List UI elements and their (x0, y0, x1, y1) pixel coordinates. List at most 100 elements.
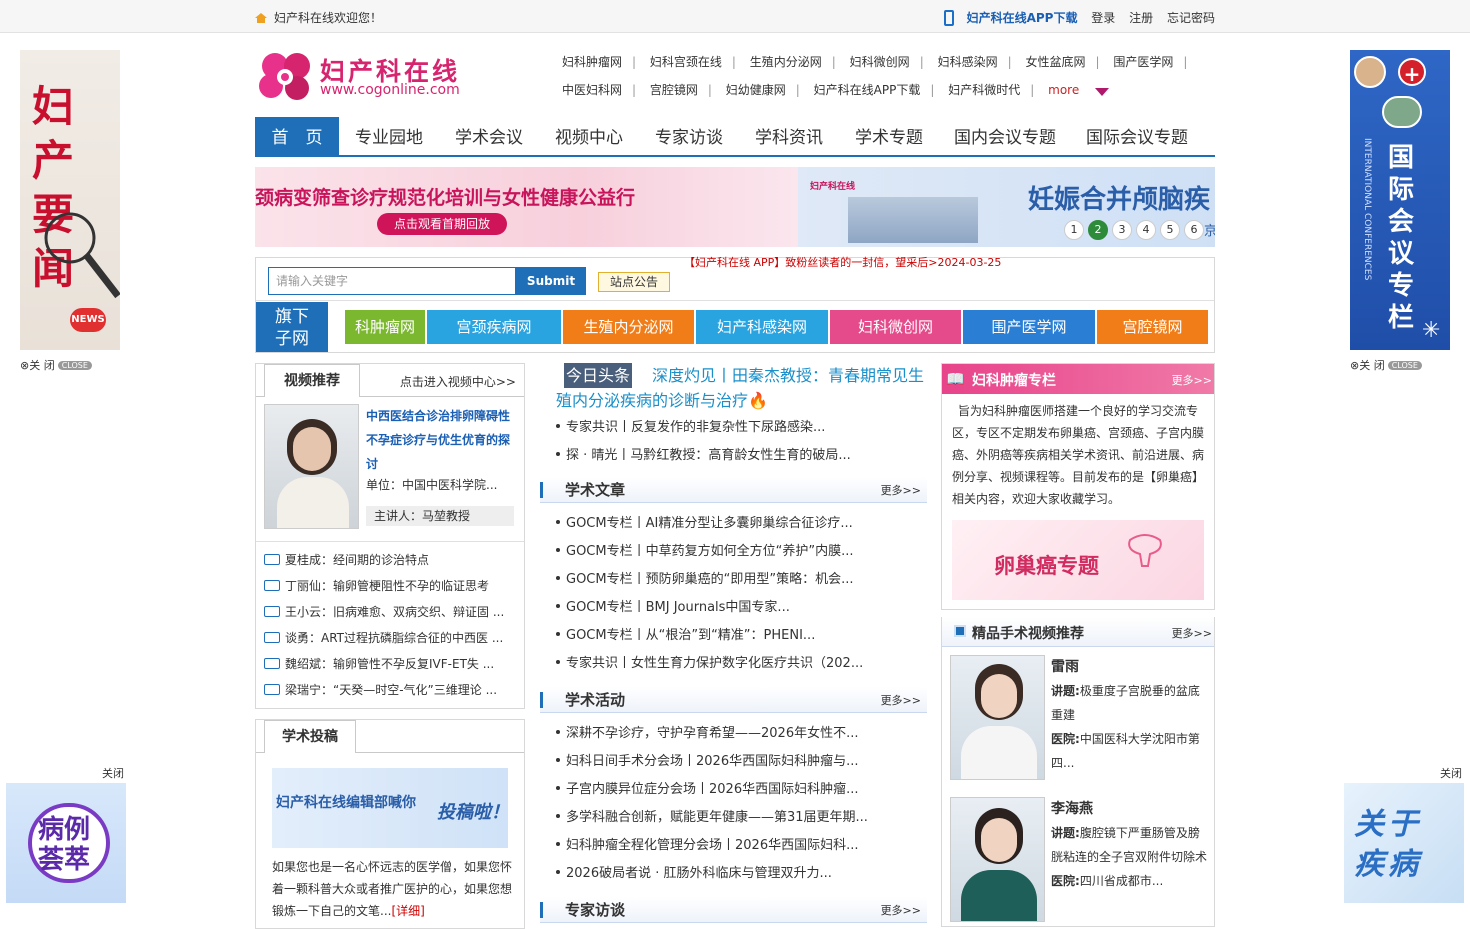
sublink[interactable]: 妇幼健康网 (726, 83, 786, 97)
nav-item[interactable]: 学科资讯 (739, 117, 839, 157)
more-link[interactable]: 更多>> (881, 692, 921, 708)
site-logo[interactable]: 妇产科在线 www.cogonline.com (255, 50, 470, 102)
more-link[interactable]: 更多>> (881, 902, 921, 918)
video-icon (264, 580, 280, 591)
headline-title[interactable]: 今日头条 深度灼见丨田秦杰教授：青春期常见生殖内分泌疾病的诊断与治疗🔥 (556, 363, 928, 413)
doctor-photo[interactable] (950, 655, 1045, 780)
sublink[interactable]: 妇产科微时代 (948, 83, 1020, 97)
left-bottom-ad-text: 病例荟萃 (38, 815, 91, 875)
subsite-tab[interactable]: 妇产科感染网 (696, 310, 828, 344)
doctor-name: 雷雨 (1051, 659, 1079, 675)
pager-dot[interactable]: 4 (1136, 220, 1156, 240)
chevron-down-icon[interactable] (1095, 88, 1110, 96)
pager-dot[interactable]: 6 (1184, 220, 1204, 240)
search-input[interactable]: 请输入关键字 (268, 267, 516, 295)
video-center-link[interactable]: 点击进入视频中心>> (400, 373, 516, 390)
list-item[interactable]: 多学科融合创新，赋能更年健康——第31届更年期... (556, 804, 868, 832)
square-icon (954, 625, 966, 637)
list-item[interactable]: 夏桂成：经间期的诊治特点 (264, 547, 504, 573)
doctor-photo[interactable] (950, 797, 1045, 922)
sublink[interactable]: 妇科肿瘤网 (562, 55, 622, 69)
pager-dot[interactable]: 3 (1112, 220, 1132, 240)
sublink[interactable]: 妇产科在线APP下载 (814, 83, 921, 97)
left-side-ad[interactable]: 妇产要闻 NEWS (20, 50, 120, 350)
home-icon (255, 13, 267, 23)
login-link[interactable]: 登录 (1091, 11, 1115, 25)
right-bottom-ad[interactable]: 关于疾病 (1344, 783, 1464, 903)
list-item[interactable]: 子宫内膜异位症分会场丨2026华西国际妇科肿瘤... (556, 776, 868, 804)
doctor-card[interactable]: 雷雨 讲题:极重度子宫脱垂的盆底重建 医院:中国医科大学沈阳市第四... (950, 655, 1210, 781)
more-link[interactable]: 更多>> (1172, 625, 1212, 641)
register-link[interactable]: 注册 (1129, 11, 1153, 25)
nav-home[interactable]: 首 页 (255, 117, 339, 157)
nav-item[interactable]: 国内会议专题 (939, 117, 1071, 157)
list-item[interactable]: GOCM专栏丨中草药复方如何全方位“养护”内膜... (556, 538, 863, 566)
list-item[interactable]: 魏绍斌：输卵管性不孕反复IVF-ET失 ... (264, 651, 504, 677)
submission-banner[interactable]: 妇产科在线编辑部喊你 投稿啦！ (272, 768, 508, 848)
list-item[interactable]: GOCM专栏丨从“根治”到“精准”：PHENI... (556, 622, 863, 650)
subsite-tab[interactable]: 生殖内分泌网 (563, 310, 694, 344)
tab-video-recommend[interactable]: 视频推荐 (264, 364, 360, 397)
hero-banner[interactable]: 颈病变筛查诊疗规范化培训与女性健康公益行 点击观看首期回放 妇产科在线 妊娠合并… (255, 167, 1215, 247)
sublink[interactable]: 生殖内分泌网 (750, 55, 822, 69)
list-item[interactable]: 王小云：旧病难愈、双病交织、辩证固 ... (264, 599, 504, 625)
nav-item[interactable]: 视频中心 (539, 117, 639, 157)
right-side-ad[interactable]: + INTERNATIONAL CONFERENCES 国际会议专栏 ✳ (1350, 50, 1450, 350)
subsite-tab[interactable]: 宫腔镜网 (1097, 310, 1208, 344)
more-link[interactable]: 更多>> (881, 482, 921, 498)
subsite-tab[interactable]: 科肿瘤网 (345, 310, 425, 344)
app-download-link[interactable]: 妇产科在线APP下载 (967, 11, 1078, 25)
featured-video-title[interactable]: 中西医结合诊治排卵障碍性不孕症诊疗与优生优育的探讨 (366, 404, 516, 476)
sublink[interactable]: 妇科感染网 (938, 55, 998, 69)
nav-item[interactable]: 专业园地 (339, 117, 439, 157)
list-item[interactable]: 妇科肿瘤全程化管理分会场丨2026华西国际妇科... (556, 832, 868, 860)
pager-dot-active[interactable]: 2 (1088, 220, 1108, 240)
forgot-password-link[interactable]: 忘记密码 (1167, 11, 1215, 25)
list-item[interactable]: 妇科日间手术分会场丨2026华西国际妇科肿瘤与... (556, 748, 868, 776)
nav-item[interactable]: 学术会议 (439, 117, 539, 157)
sublink[interactable]: 围产医学网 (1113, 55, 1173, 69)
detail-link[interactable]: [详细] (391, 904, 424, 918)
sublink[interactable]: 妇科微创网 (850, 55, 910, 69)
list-item[interactable]: 丁丽仙：输卵管梗阻性不孕的临证思考 (264, 573, 504, 599)
oncology-banner[interactable]: 卵巢癌专题 (952, 520, 1204, 600)
featured-video-photo[interactable] (264, 404, 359, 529)
sublink[interactable]: 妇科宫颈在线 (650, 55, 722, 69)
left-bottom-ad[interactable]: 病例荟萃 (6, 783, 126, 903)
subsite-tab[interactable]: 妇科微创网 (830, 310, 961, 344)
list-item[interactable]: 深耕不孕诊疗，守护孕育希望——2026年女性不... (556, 720, 868, 748)
nav-item[interactable]: 学术专题 (839, 117, 939, 157)
more-link[interactable]: more (1048, 83, 1079, 97)
subsite-tab[interactable]: 宫颈疾病网 (427, 310, 561, 344)
list-item[interactable]: GOCM专栏丨预防卵巢癌的“即用型”策略：机会... (556, 566, 863, 594)
sublink[interactable]: 女性盆底网 (1025, 55, 1085, 69)
list-item[interactable]: 谈勇：ART过程抗磷脂综合征的中西医 ... (264, 625, 504, 651)
subsite-tab[interactable]: 围产医学网 (963, 310, 1095, 344)
left-ad-close[interactable]: ⊗关 闭 CLOSE (20, 357, 92, 373)
list-item[interactable]: 2026破局者说 · 肛肠外科临床与管理双升力... (556, 860, 868, 888)
list-item[interactable]: 探 · 晴光丨马黔红教授：高育龄女性生育的破局... (556, 442, 851, 470)
tab-submission[interactable]: 学术投稿 (264, 720, 356, 753)
list-item[interactable]: 专家共识丨女性生育力保护数字化医疗共识（202... (556, 650, 863, 678)
sublink[interactable]: 中医妇科网 (562, 83, 622, 97)
pager-dot[interactable]: 5 (1160, 220, 1180, 240)
right-ad-close[interactable]: ⊗关 闭 CLOSE (1350, 357, 1422, 373)
more-link[interactable]: 更多>> (1172, 372, 1212, 388)
list-item[interactable]: 梁瑞宁：“天癸—时空-气化”三维理论 ... (264, 677, 504, 703)
left-bottom-ad-close[interactable]: 关闭 (102, 765, 124, 781)
sublink[interactable]: 宫腔镜网 (650, 83, 698, 97)
list-item[interactable]: GOCM专栏丨AI精准分型让多囊卵巢综合征诊疗... (556, 510, 863, 538)
banner-left[interactable]: 颈病变筛查诊疗规范化培训与女性健康公益行 点击观看首期回放 (255, 167, 798, 247)
right-bottom-ad-close[interactable]: 关闭 (1440, 765, 1462, 781)
book-icon: 📖 (946, 370, 965, 388)
list-item[interactable]: GOCM专栏丨BMJ Journals中国专家... (556, 594, 863, 622)
nav-item[interactable]: 专家访谈 (639, 117, 739, 157)
banner-replay-button[interactable]: 点击观看首期回放 (377, 213, 507, 235)
search-submit-button[interactable]: Submit (516, 267, 586, 295)
pager-dot[interactable]: 1 (1064, 220, 1084, 240)
notice-marquee[interactable]: 【妇产科在线 APP】致粉丝读者的一封信，望采后>2024-03-25 (684, 254, 1001, 270)
nav-item[interactable]: 国际会议专题 (1071, 117, 1203, 157)
doctor-card[interactable]: 李海燕 讲题:腹腔镜下严重肠管及膀胱粘连的全子宫双附件切除术 医院:四川省成都市… (950, 797, 1210, 923)
list-item[interactable]: 专家共识丨反复发作的非复杂性下尿路感染... (556, 414, 851, 442)
featured-video-unit: 单位：中国中医科学院... (366, 478, 498, 492)
